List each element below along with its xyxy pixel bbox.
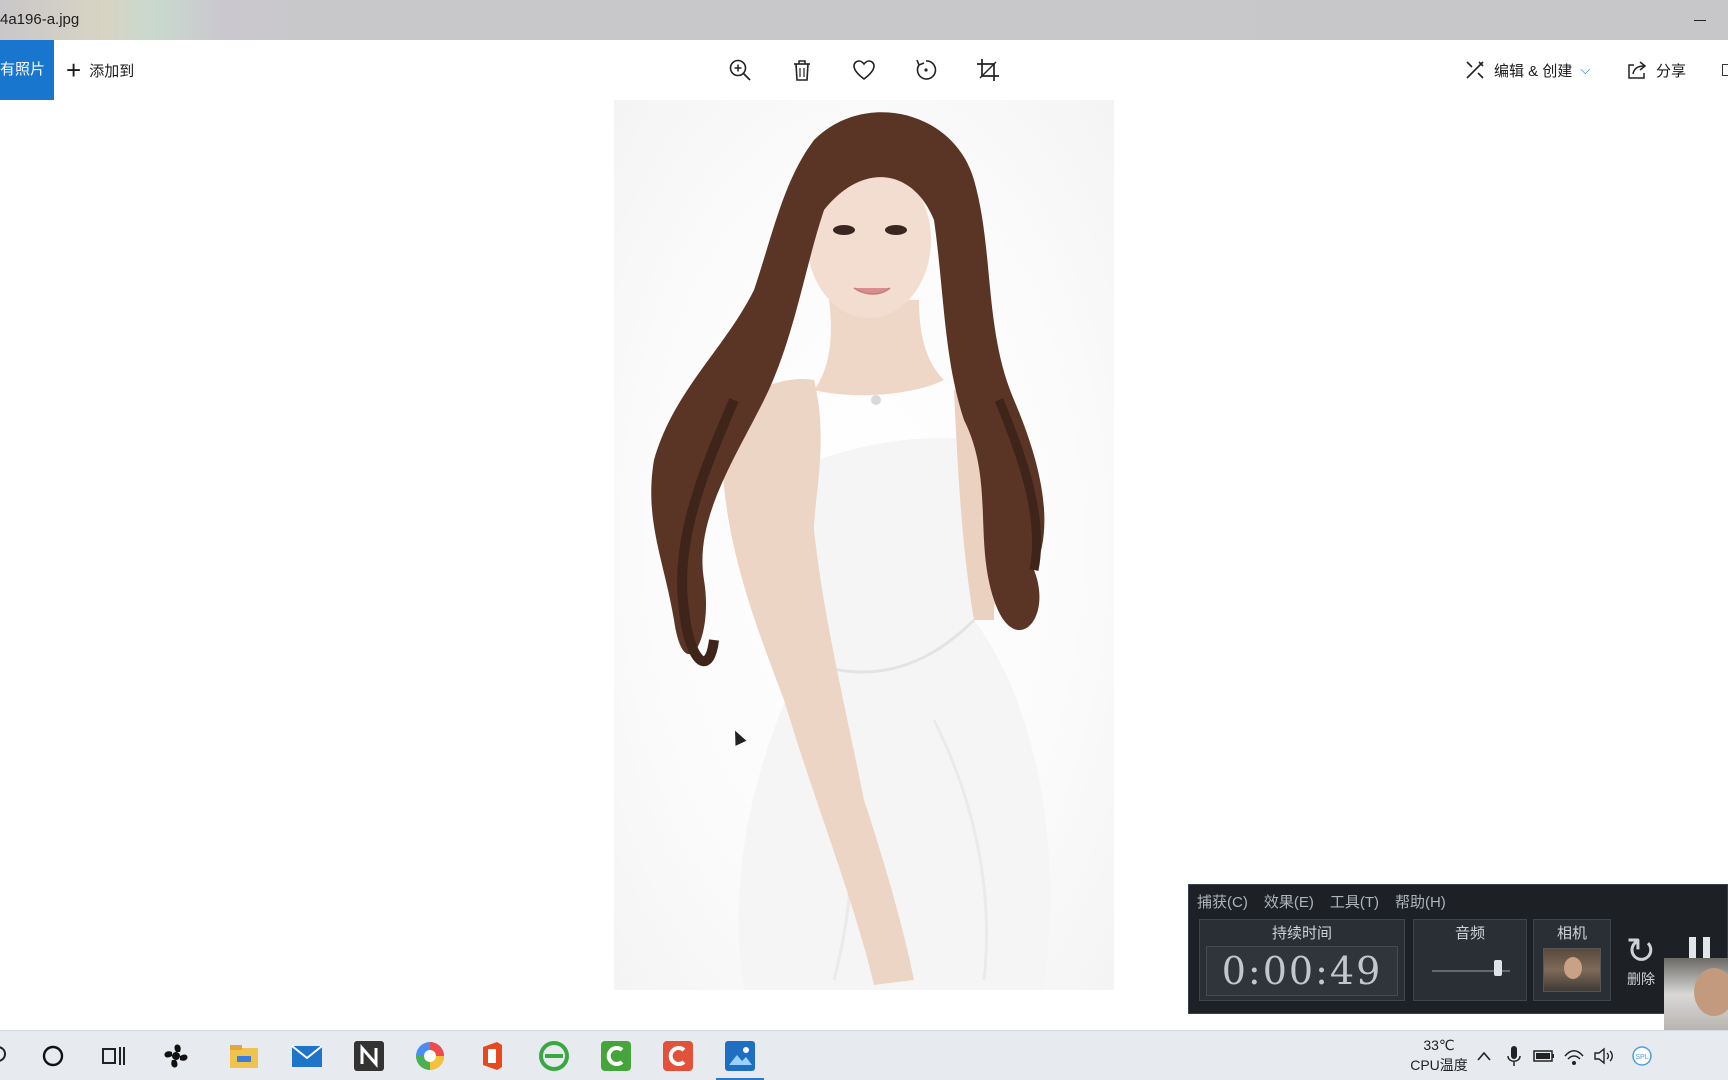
all-photos-button[interactable]: 有照片 xyxy=(0,40,54,100)
edit-create-button[interactable]: 编辑 & 创建 ⌵ xyxy=(1464,40,1590,100)
menu-capture[interactable]: 捕获(C) xyxy=(1197,891,1248,912)
search-icon[interactable] xyxy=(0,1038,18,1074)
chevron-down-icon: ⌵ xyxy=(1580,62,1591,77)
battery-icon[interactable] xyxy=(1532,1044,1556,1068)
undo-icon: ↻ xyxy=(1625,930,1657,971)
portrait-illustration xyxy=(651,112,1051,990)
task-view-icon[interactable] xyxy=(96,1038,132,1074)
share-label: 分享 xyxy=(1656,62,1687,80)
menu-effects[interactable]: 效果(E) xyxy=(1264,891,1314,912)
delete-label: 删除 xyxy=(1627,971,1655,987)
wifi-icon[interactable] xyxy=(1562,1044,1586,1068)
taskbar: 33℃ CPU温度 SPL xyxy=(0,1030,1728,1080)
cpu-temp-value: 33℃ xyxy=(1423,1037,1455,1053)
audio-label: 音频 xyxy=(1454,925,1485,942)
duration-panel: 持续时间 0:00:49 xyxy=(1199,919,1405,1001)
window-title: 4a196-a.jpg xyxy=(0,11,80,28)
share-button[interactable]: 分享 xyxy=(1626,40,1686,100)
plus-icon: + xyxy=(66,55,82,85)
volume-icon[interactable] xyxy=(1592,1044,1616,1068)
share-icon xyxy=(1628,61,1647,79)
recorder-widget: 捕获(C) 效果(E) 工具(T) 帮助(H) 持续时间 0:00:49 音频 … xyxy=(1188,884,1728,1014)
photo-image xyxy=(614,100,1114,990)
browser-icon[interactable] xyxy=(536,1038,572,1074)
cpu-temperature: 33℃ CPU温度 xyxy=(1404,1035,1474,1075)
network-status-icon[interactable]: SPL xyxy=(1630,1044,1654,1068)
fan-app-icon[interactable] xyxy=(158,1038,194,1074)
photos-icon[interactable] xyxy=(716,1038,764,1080)
camera-label: 相机 xyxy=(1556,925,1587,942)
duration-value: 0:00:49 xyxy=(1206,946,1398,996)
camtasia-green-icon[interactable] xyxy=(598,1038,634,1074)
zoom-in-icon[interactable] xyxy=(726,56,754,84)
n-app-icon[interactable] xyxy=(351,1038,387,1074)
heart-icon[interactable] xyxy=(850,56,878,84)
color-app-icon[interactable] xyxy=(412,1038,448,1074)
add-to-label: 添加到 xyxy=(89,62,135,80)
audio-level-slider[interactable] xyxy=(1494,960,1503,976)
delete-button[interactable]: ↻ 删除 xyxy=(1619,933,1663,989)
edit-create-label: 编辑 & 创建 xyxy=(1494,62,1573,80)
crop-icon[interactable] xyxy=(974,56,1002,84)
file-explorer-icon[interactable] xyxy=(226,1038,262,1074)
camtasia-red-icon[interactable] xyxy=(660,1038,696,1074)
camera-preview[interactable] xyxy=(1543,948,1601,992)
cortana-icon[interactable] xyxy=(35,1038,71,1074)
svg-text:SPL: SPL xyxy=(1635,1054,1648,1061)
menu-tools[interactable]: 工具(T) xyxy=(1330,891,1379,912)
edit-tools-icon xyxy=(1466,61,1484,79)
menu-help[interactable]: 帮助(H) xyxy=(1395,891,1446,912)
title-bar: 4a196-a.jpg xyxy=(0,0,1728,40)
office-icon[interactable] xyxy=(474,1038,510,1074)
camera-panel: 相机 xyxy=(1533,919,1611,1001)
chevron-up-icon[interactable] xyxy=(1472,1044,1496,1068)
mail-icon[interactable] xyxy=(289,1038,325,1074)
duration-label: 持续时间 xyxy=(1271,925,1332,942)
add-to-button[interactable]: + 添加到 xyxy=(66,40,134,100)
photo-toolbar: 有照片 + 添加到 编辑 & 创建 ⌵ 分享 xyxy=(0,40,1728,100)
audio-panel: 音频 xyxy=(1413,919,1527,1001)
recorder-menubar: 捕获(C) 效果(E) 工具(T) 帮助(H) xyxy=(1197,891,1446,912)
more-options-icon[interactable] xyxy=(1722,64,1728,76)
rotate-icon[interactable] xyxy=(912,56,940,84)
microphone-icon[interactable] xyxy=(1502,1044,1526,1068)
cpu-temp-label: CPU温度 xyxy=(1410,1057,1468,1073)
trash-icon[interactable] xyxy=(788,56,816,84)
minimize-button[interactable] xyxy=(1674,0,1728,40)
